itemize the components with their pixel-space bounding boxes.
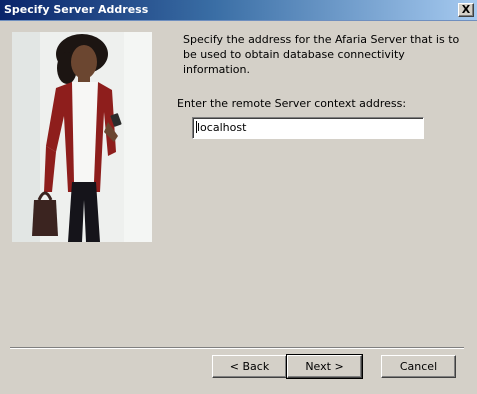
woman-with-phone-illustration [12, 32, 152, 242]
title-bar: Specify Server Address X [0, 0, 477, 21]
wizard-image [12, 32, 152, 242]
cancel-button[interactable]: Cancel [381, 355, 456, 378]
close-button[interactable]: X [458, 3, 474, 17]
server-address-label: Enter the remote Server context address: [177, 97, 407, 110]
description-text: Specify the address for the Afaria Serve… [183, 33, 460, 76]
server-address-input[interactable]: localhost [192, 117, 424, 139]
window-title: Specify Server Address [4, 3, 149, 16]
next-button[interactable]: Next > [286, 354, 363, 379]
server-address-value: localhost [197, 121, 247, 134]
back-button[interactable]: < Back [212, 355, 287, 378]
button-separator [10, 347, 464, 349]
